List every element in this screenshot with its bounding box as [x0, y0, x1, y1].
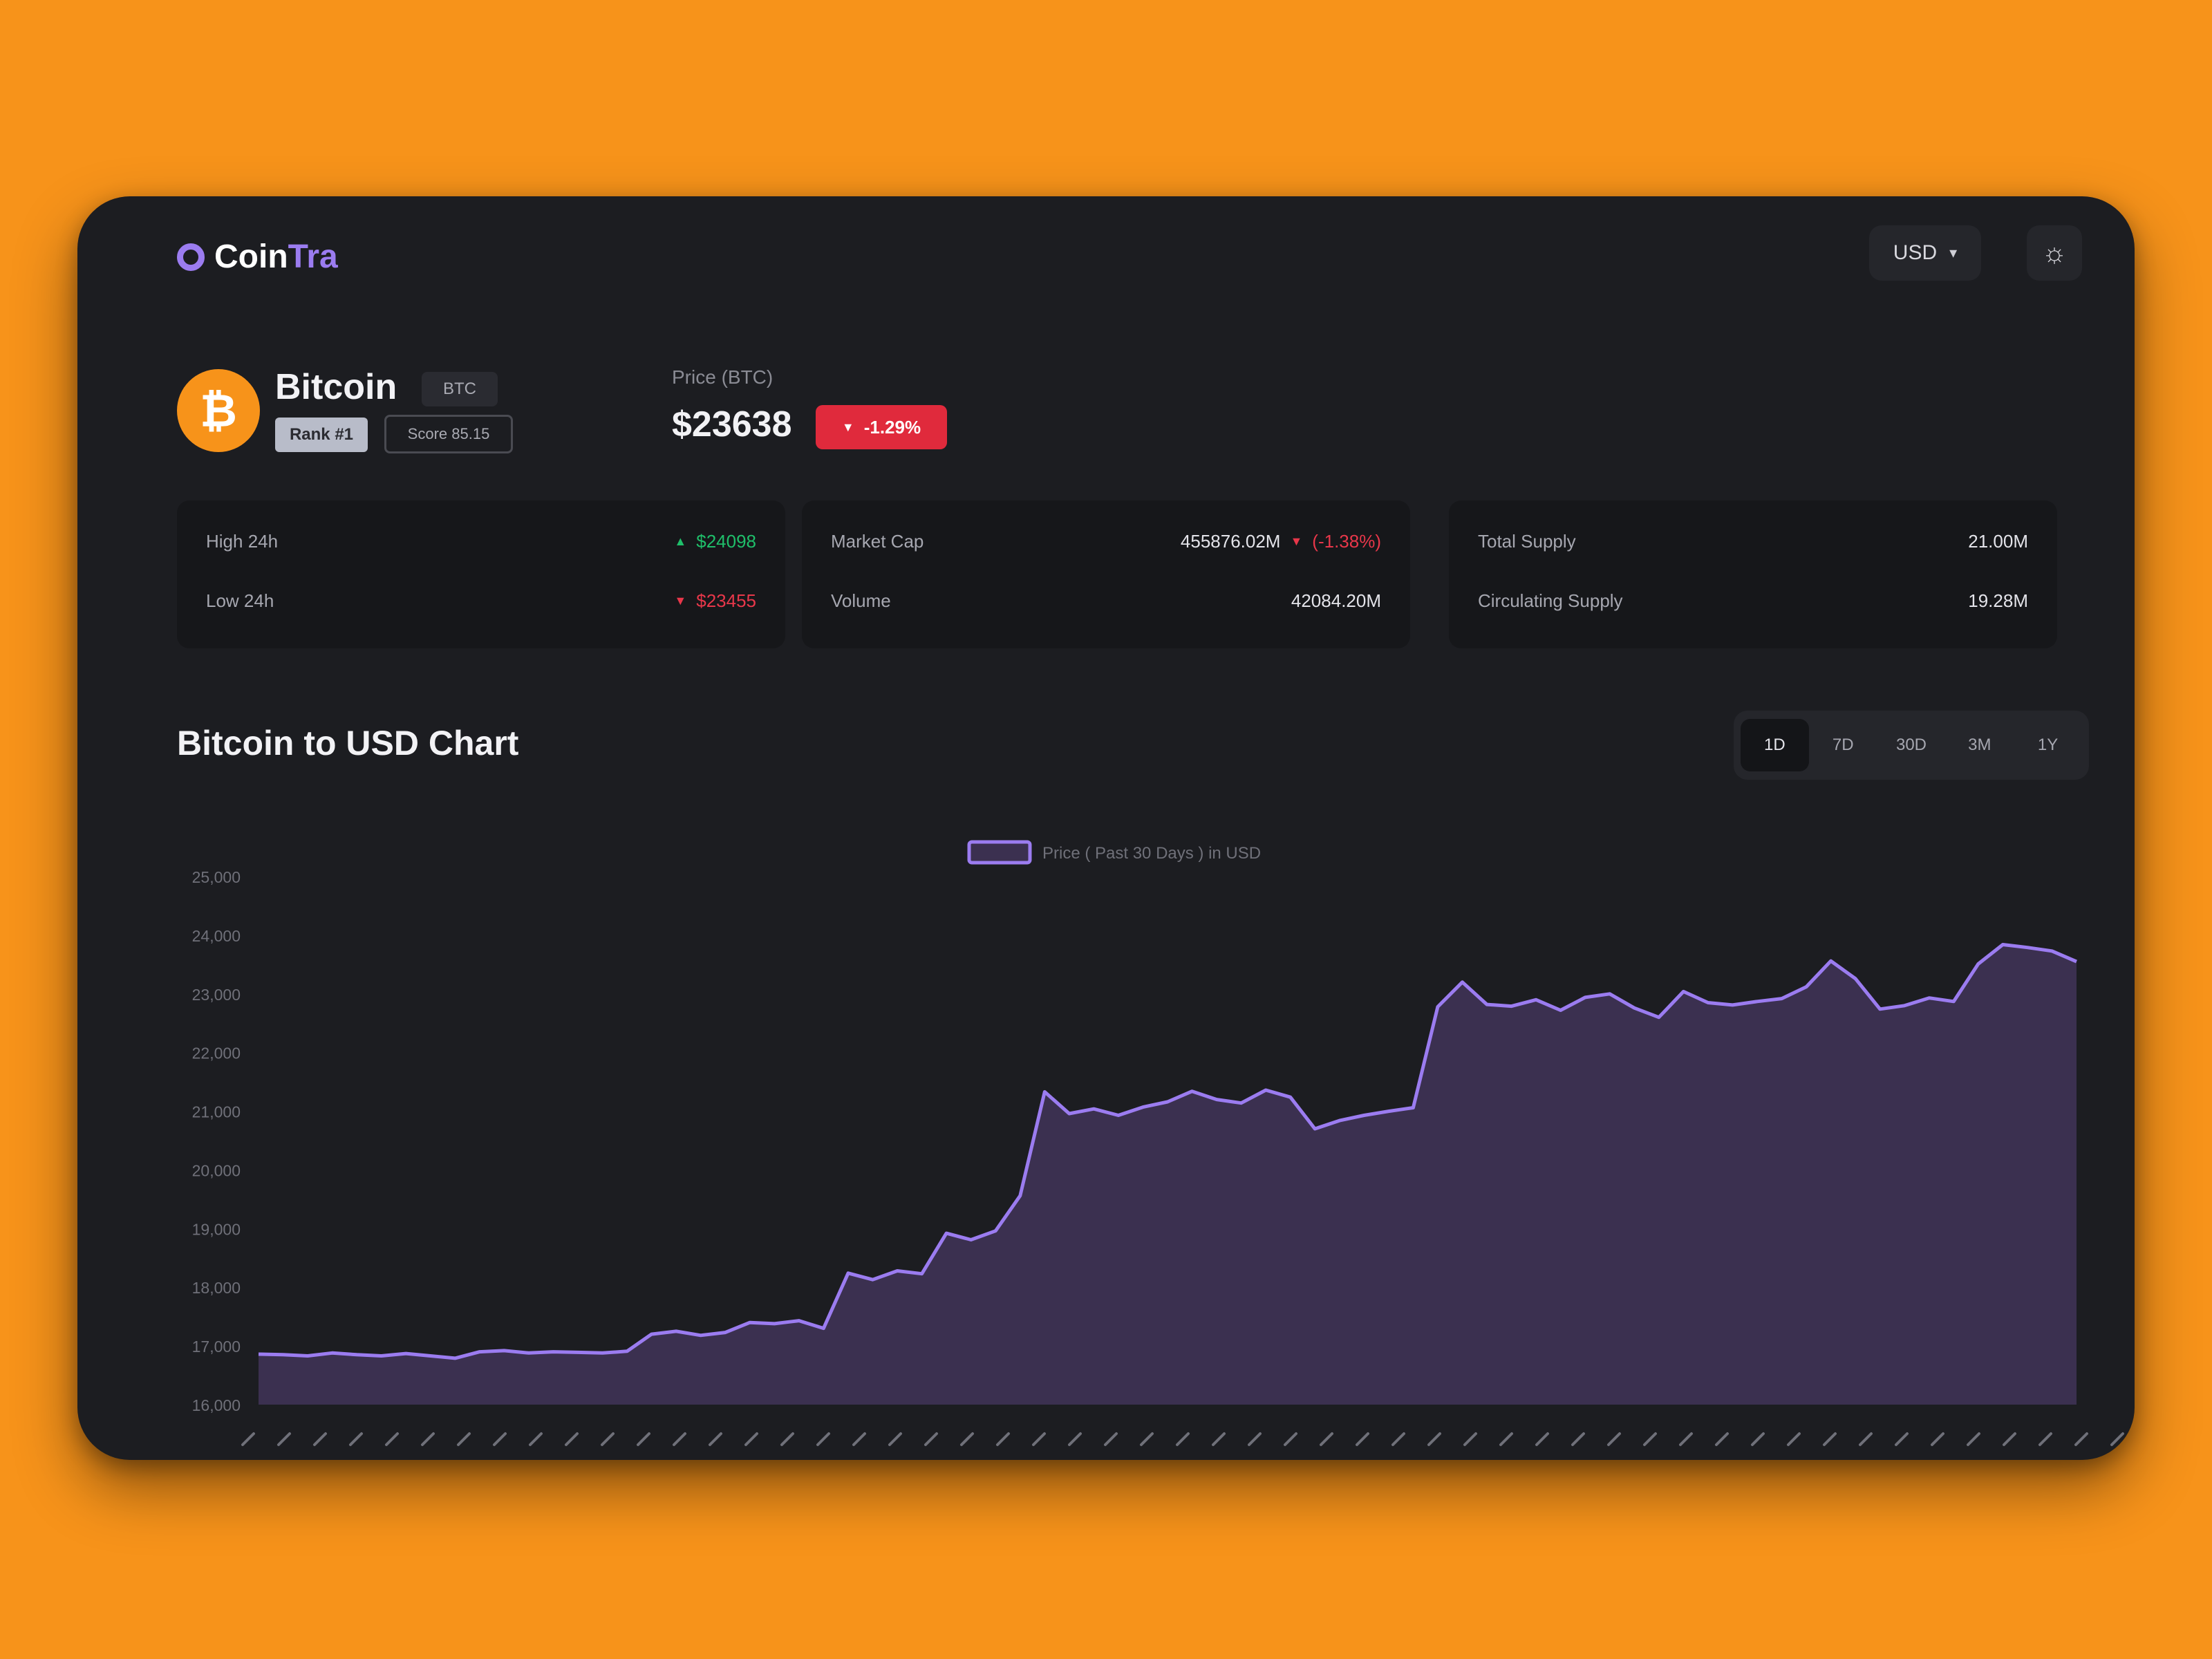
x-tick-label — [349, 1432, 363, 1446]
x-tick-label — [1499, 1432, 1513, 1446]
x-tick-label — [313, 1432, 327, 1446]
x-tick-label — [1931, 1432, 1944, 1446]
x-tick-label — [1427, 1432, 1441, 1446]
x-tick-label — [709, 1432, 722, 1446]
legend-swatch — [967, 840, 1032, 865]
x-tick-label — [960, 1432, 974, 1446]
x-tick-label — [888, 1432, 902, 1446]
x-tick-label — [673, 1432, 686, 1446]
x-tick-label — [2003, 1432, 2016, 1446]
x-tick-label — [1068, 1432, 1082, 1446]
y-tick-label: 20,000 — [192, 1161, 241, 1179]
x-tick-label — [744, 1432, 758, 1446]
y-tick-label: 21,000 — [192, 1103, 241, 1121]
x-tick-label — [1212, 1432, 1226, 1446]
x-tick-label — [2074, 1432, 2088, 1446]
x-tick-label — [457, 1432, 471, 1446]
x-tick-label — [529, 1432, 543, 1446]
x-tick-label — [1571, 1432, 1585, 1446]
x-tick-label — [1607, 1432, 1621, 1446]
y-tick-label: 18,000 — [192, 1279, 241, 1297]
x-tick-label — [2110, 1432, 2124, 1446]
x-tick-label — [1391, 1432, 1405, 1446]
x-tick-label — [1967, 1432, 1980, 1446]
y-tick-label: 19,000 — [192, 1220, 241, 1238]
x-tick-label — [816, 1432, 830, 1446]
y-tick-label: 16,000 — [192, 1396, 241, 1414]
x-tick-label — [996, 1432, 1010, 1446]
x-tick-label — [241, 1432, 255, 1446]
legend-label: Price ( Past 30 Days ) in USD — [1042, 844, 1261, 863]
x-tick-label — [1104, 1432, 1118, 1446]
x-tick-label — [637, 1432, 650, 1446]
x-tick-label — [1859, 1432, 1873, 1446]
x-tick-label — [1679, 1432, 1693, 1446]
x-tick-label — [565, 1432, 579, 1446]
x-tick-label — [1284, 1432, 1297, 1446]
x-tick-label — [493, 1432, 507, 1446]
x-tick-label — [1140, 1432, 1154, 1446]
x-tick-label — [1823, 1432, 1837, 1446]
x-tick-label — [780, 1432, 794, 1446]
x-tick-label — [601, 1432, 615, 1446]
y-tick-label: 23,000 — [192, 986, 241, 1004]
price-area — [259, 944, 2077, 1405]
x-tick-label — [1176, 1432, 1190, 1446]
x-tick-label — [1463, 1432, 1477, 1446]
y-tick-label: 22,000 — [192, 1044, 241, 1062]
x-tick-label — [2038, 1432, 2052, 1446]
x-tick-label — [852, 1432, 866, 1446]
x-tick-label — [1715, 1432, 1729, 1446]
x-tick-label — [421, 1432, 435, 1446]
x-tick-label — [1320, 1432, 1333, 1446]
x-tick-label — [1032, 1432, 1046, 1446]
x-tick-label — [1895, 1432, 1909, 1446]
price-chart: 16,000 17,000 18,000 19,000 20,000 21,000 22,0… — [192, 840, 2124, 1446]
x-tick-label — [277, 1432, 291, 1446]
x-tick-label — [1248, 1432, 1262, 1446]
x-tick-label — [1356, 1432, 1369, 1446]
x-tick-label — [924, 1432, 938, 1446]
x-tick-label — [1535, 1432, 1549, 1446]
x-tick-label — [385, 1432, 399, 1446]
y-tick-label: 17,000 — [192, 1338, 241, 1356]
x-tick-label — [1643, 1432, 1657, 1446]
y-tick-label: 25,000 — [192, 868, 241, 886]
app-window: Coin Tra USD ▾ ☼ ₿ Bitcoin BTC Rank #1 Sc… — [77, 196, 2135, 1460]
y-tick-label: 24,000 — [192, 927, 241, 945]
x-tick-label — [1787, 1432, 1801, 1446]
x-tick-label — [1751, 1432, 1765, 1446]
